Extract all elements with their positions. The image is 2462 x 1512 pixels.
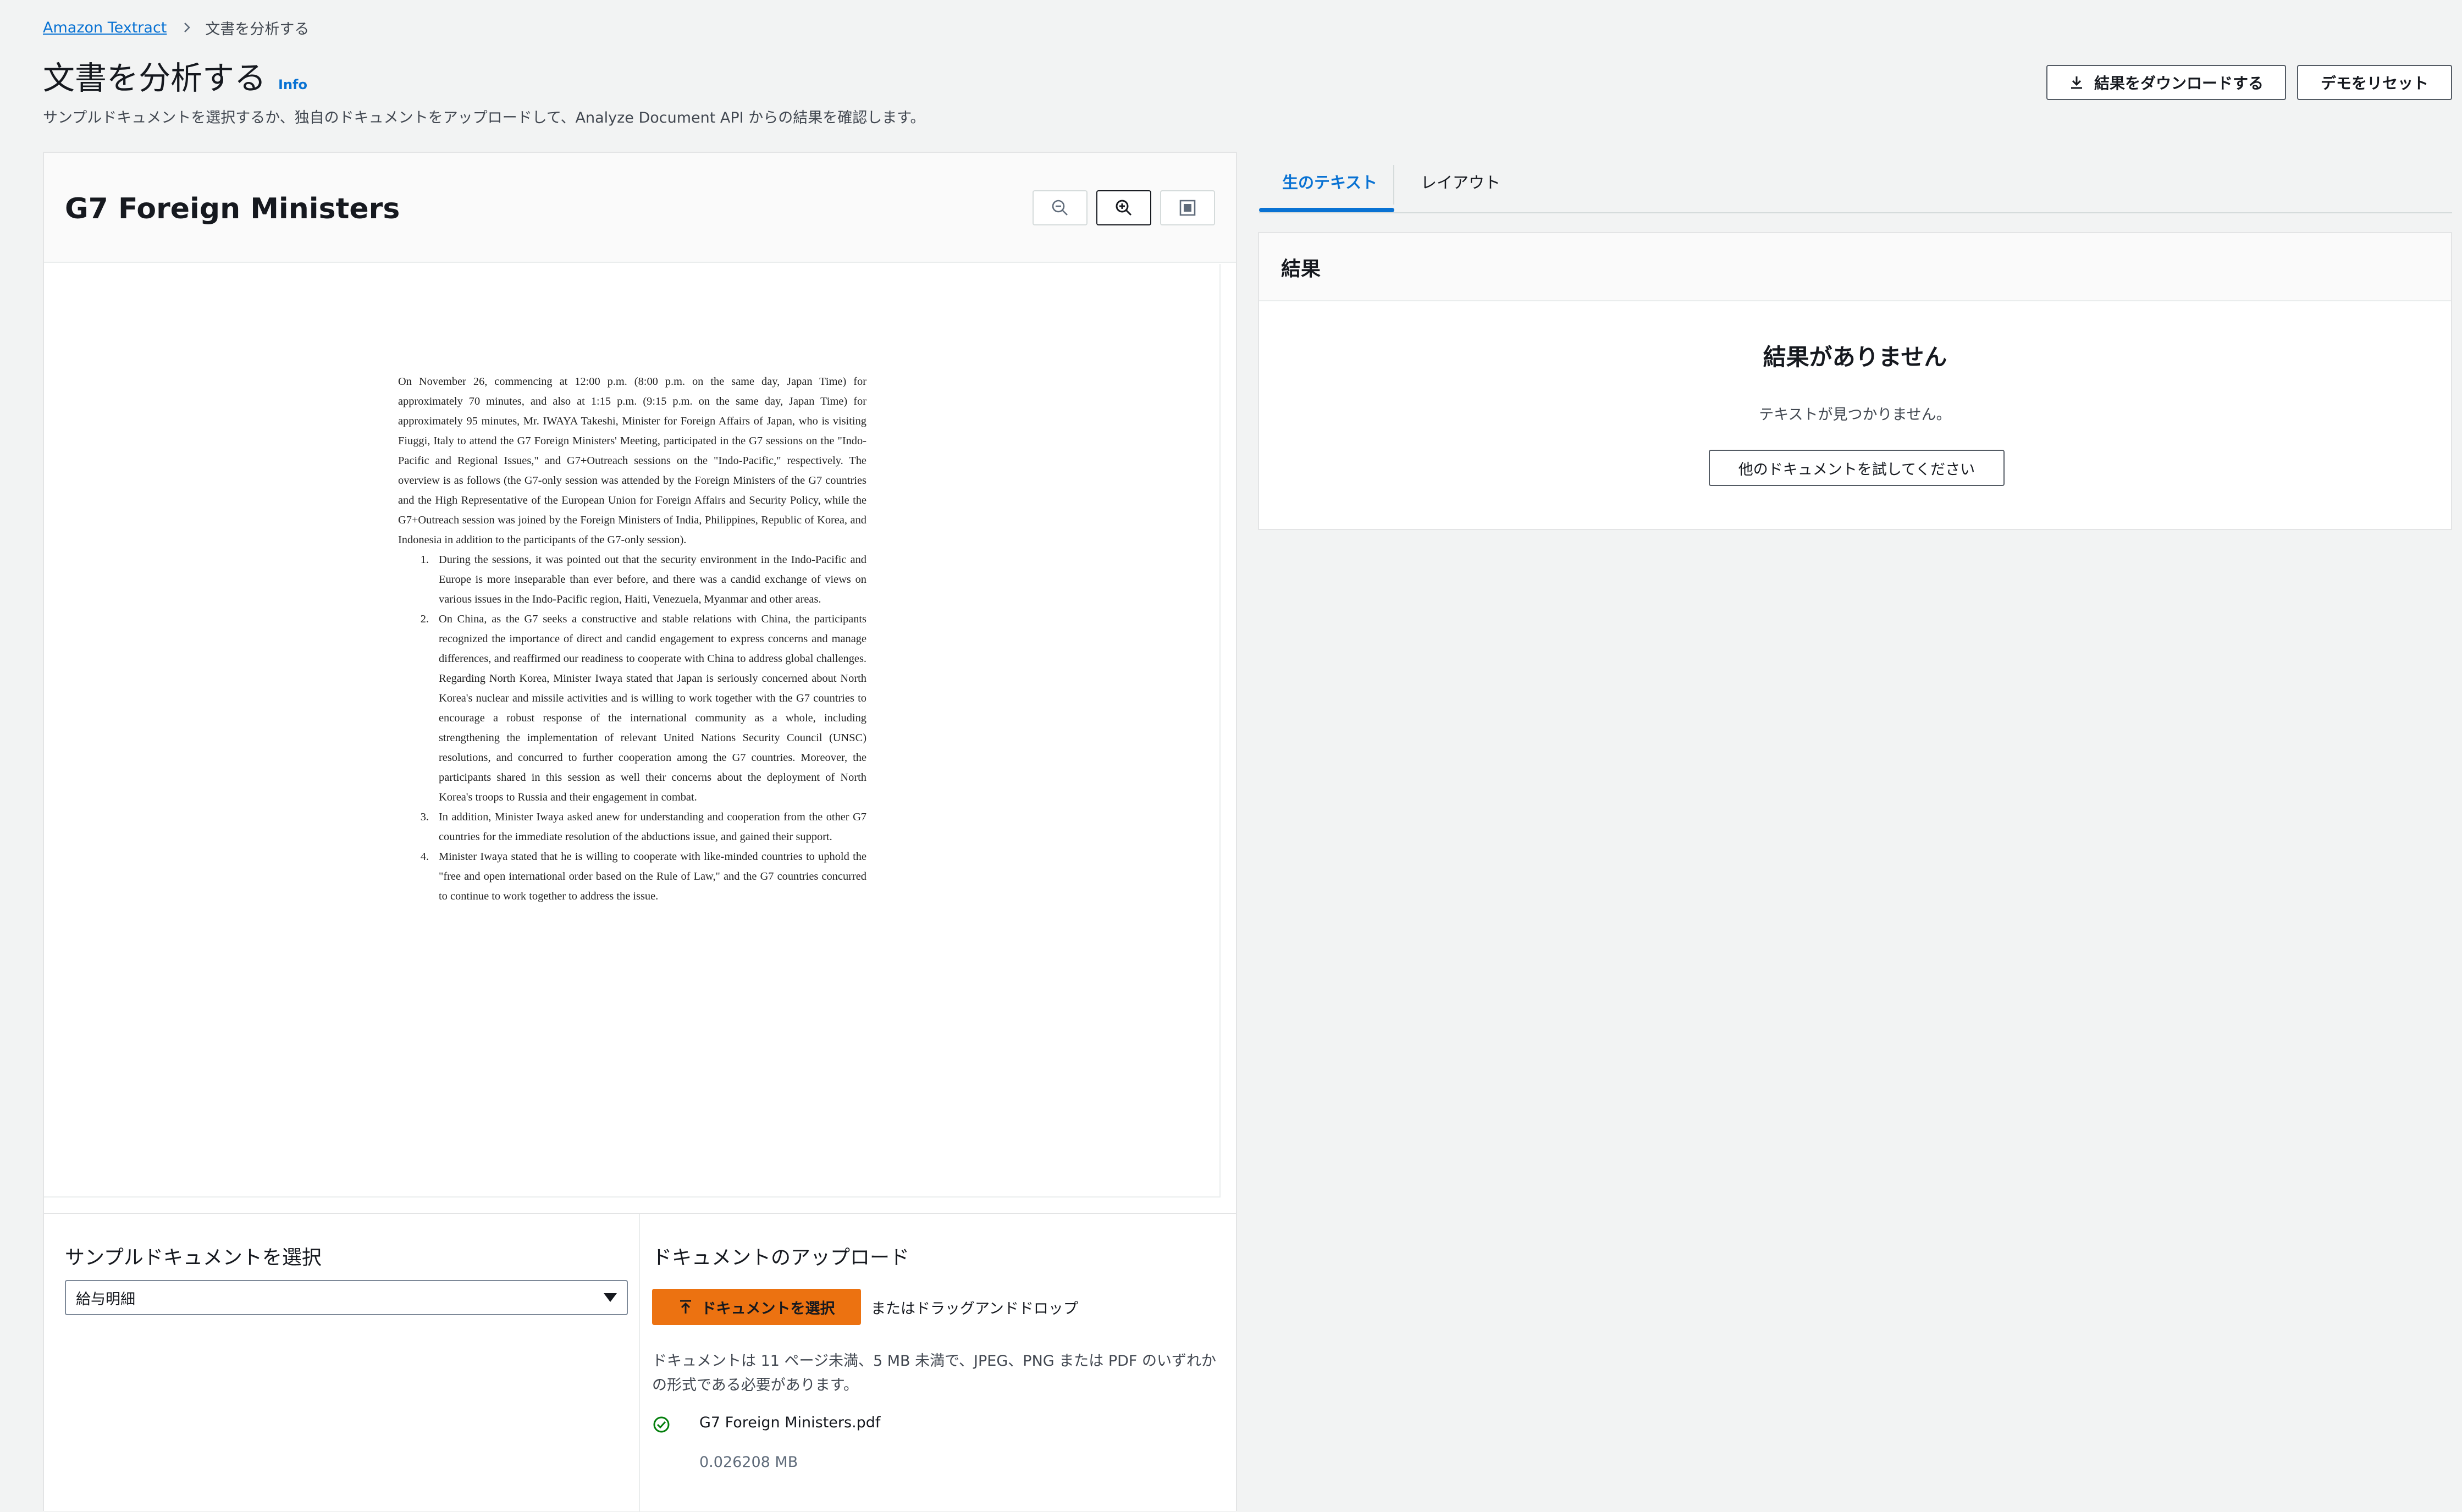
sample-document-select[interactable]: 給与明細	[65, 1280, 628, 1315]
document-intro-paragraph: On November 26, commencing at 12:00 p.m.…	[398, 376, 866, 546]
uploaded-file-size: 0.026208 MB	[699, 1454, 798, 1471]
column-divider	[639, 1214, 640, 1512]
uploaded-file-name: G7 Foreign Ministers.pdf	[699, 1414, 881, 1431]
chevron-right-icon	[184, 23, 191, 32]
upload-icon	[680, 1300, 691, 1314]
info-link[interactable]: Info	[278, 63, 307, 107]
active-tab-indicator	[1259, 208, 1394, 212]
sample-heading: サンプルドキュメントを選択	[65, 1246, 322, 1269]
download-results-label: 結果をダウンロードする	[2094, 74, 2264, 92]
list-item-text: In addition, Minister Iwaya asked anew f…	[439, 811, 866, 843]
zoom-in-button[interactable]	[1096, 190, 1151, 225]
document-list-item: 4. Minister Iwaya stated that he is willi…	[398, 847, 866, 906]
results-title: 結果	[1281, 258, 1321, 280]
reset-demo-label: デモをリセット	[2320, 74, 2428, 92]
document-title: G7 Foreign Ministers	[65, 192, 400, 225]
upload-constraint-text: ドキュメントは 11 ページ未満、5 MB 未満で、JPEG、PNG または P…	[652, 1353, 1217, 1394]
list-item-number: 3.	[420, 811, 429, 823]
zoom-out-icon	[1052, 200, 1068, 216]
download-results-button[interactable]: 結果をダウンロードする	[2046, 65, 2286, 100]
document-page: On November 26, commencing at 12:00 p.m.…	[398, 372, 866, 906]
breadcrumb: Amazon Textract 文書を分析する	[43, 15, 309, 40]
breadcrumb-current: 文書を分析する	[205, 20, 310, 38]
document-source-panel: サンプルドキュメントを選択 給与明細 ドキュメントのアップロード ドキュメントを…	[43, 1213, 1237, 1512]
try-other-document-button[interactable]: 他のドキュメントを試してください	[1709, 450, 2005, 486]
list-item-text: During the sessions, it was pointed out …	[439, 554, 866, 605]
results-header: 結果	[1259, 233, 2451, 301]
fit-page-icon	[1179, 200, 1196, 216]
results-tabs: 生のテキスト レイアウト	[1259, 152, 2452, 213]
sample-select-value: 給与明細	[76, 1290, 135, 1308]
list-item-number: 1.	[420, 554, 429, 566]
tab-raw-text[interactable]: 生のテキスト	[1282, 152, 1377, 211]
drag-drop-hint: またはドラッグアンドドロップ	[871, 1300, 1078, 1317]
try-other-document-label: 他のドキュメントを試してください	[1738, 461, 1975, 478]
list-item-number: 2.	[420, 613, 429, 625]
breadcrumb-link-textract[interactable]: Amazon Textract	[43, 19, 167, 36]
tab-separator	[1393, 165, 1394, 205]
document-list-item: 3. In addition, Minister Iwaya asked anew…	[398, 807, 866, 847]
caret-down-icon	[604, 1293, 617, 1302]
list-item-text: Minister Iwaya stated that he is willing…	[439, 851, 866, 902]
document-list: 1. During the sessions, it was pointed ou…	[398, 550, 866, 906]
check-circle-icon	[653, 1416, 670, 1433]
fit-page-button[interactable]	[1160, 190, 1215, 225]
list-item-text: On China, as the G7 seeks a constructive…	[439, 613, 866, 803]
document-panel-header: G7 Foreign Ministers	[44, 153, 1236, 263]
download-icon	[2071, 76, 2082, 89]
document-list-item: 1. During the sessions, it was pointed ou…	[398, 550, 866, 609]
empty-state-title: 結果がありません	[1763, 344, 1947, 371]
tab-layout[interactable]: レイアウト	[1421, 152, 1500, 211]
zoom-in-icon	[1116, 200, 1132, 216]
page-description: サンプルドキュメントを選択するか、独自のドキュメントをアップロードして、Anal…	[43, 109, 925, 126]
upload-heading: ドキュメントのアップロード	[652, 1246, 910, 1269]
results-container: 結果 結果がありません テキストが見つかりません。 他のドキュメントを試してくだ…	[1258, 232, 2452, 530]
choose-document-button[interactable]: ドキュメントを選択	[652, 1289, 861, 1325]
reset-demo-button[interactable]: デモをリセット	[2297, 65, 2452, 100]
document-list-item: 2. On China, as the G7 seeks a constructi…	[398, 609, 866, 807]
empty-state-text: テキストが見つかりません。	[1759, 406, 1951, 423]
choose-document-label: ドキュメントを選択	[701, 1300, 835, 1317]
zoom-out-button[interactable]	[1033, 190, 1088, 225]
list-item-number: 4.	[420, 851, 429, 863]
page-title-row: 文書を分析する Info	[43, 56, 307, 107]
document-viewer[interactable]: On November 26, commencing at 12:00 p.m.…	[44, 264, 1221, 1198]
page-title: 文書を分析する	[43, 59, 267, 97]
document-panel: G7 Foreign Ministers On November 26, com…	[43, 152, 1237, 1258]
